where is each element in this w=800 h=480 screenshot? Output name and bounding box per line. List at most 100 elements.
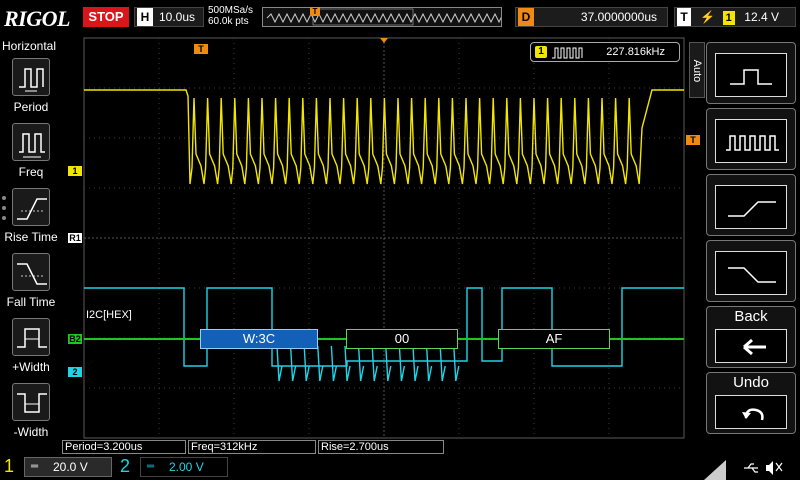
measure-rise-time-button[interactable]: Rise Time — [0, 188, 62, 252]
ch2-ringing — [276, 345, 283, 382]
waveform-overview-icon — [266, 8, 504, 26]
ch2-ringing — [357, 345, 365, 382]
ch1-waveform — [84, 89, 684, 185]
undo-icon — [715, 395, 787, 429]
falling-edge-icon: ⚡ — [700, 10, 716, 24]
ch2-number: 2 — [120, 456, 131, 476]
ch2-ringing — [453, 345, 460, 382]
ch2-status[interactable]: 2 ═ 2.00 V — [116, 456, 228, 478]
rising-edge-icon — [715, 185, 787, 229]
freq-label: Freq — [18, 165, 44, 179]
bus2-marker[interactable]: B2 — [68, 334, 82, 344]
falling-edge-button[interactable] — [706, 240, 796, 302]
memory-depth: 60.0k pts — [208, 16, 249, 27]
speaker-mute-icon — [766, 461, 783, 475]
measure-freq-button[interactable]: Freq — [0, 123, 62, 187]
timebase-value: 10.0us — [159, 10, 196, 24]
sample-rate: 500MSa/s — [208, 5, 254, 16]
ch2-coupling-icon: ═ — [147, 461, 155, 472]
trigger-level-marker[interactable]: T — [686, 135, 700, 145]
acquisition-info: 500MSa/s 60.0k pts — [208, 5, 253, 27]
menu-title: Horizontal — [2, 39, 57, 53]
ch1-status[interactable]: 1 ═ 20.0 V — [0, 456, 112, 478]
decode-frame-data-2: AF — [498, 329, 610, 349]
measurement-rise[interactable]: Rise=2.700us — [318, 440, 444, 454]
undo-label: Undo — [733, 374, 769, 391]
decode-label: I2C[HEX] — [86, 309, 132, 321]
rising-edge-button[interactable] — [706, 174, 796, 236]
undo-button[interactable]: Undo — [706, 372, 796, 434]
ch2-scale-box: ═ 2.00 V — [140, 457, 228, 477]
fall-time-label: Fall Time — [6, 295, 56, 309]
decode-frame-data-1: 00 — [346, 329, 458, 349]
brand-logo: RIGOL — [4, 6, 70, 31]
run-stop-status[interactable]: STOP — [83, 7, 129, 27]
trigger-box[interactable]: T ⚡ 1 12.4 V — [674, 7, 796, 27]
measure-fall-time-button[interactable]: Fall Time — [0, 253, 62, 317]
auto-mode-label: Auto — [691, 59, 703, 83]
ch1-trace-path — [84, 89, 684, 185]
ch2-ringing — [439, 345, 446, 382]
frequency-counter[interactable]: 1 227.816kHz — [530, 42, 680, 62]
delay-box[interactable]: D 37.0000000us — [515, 7, 668, 27]
ch2-ringing — [398, 345, 406, 382]
auto-mode-tab[interactable]: Auto — [689, 42, 705, 98]
measurement-results: Period=3.200us Freq=312kHz Rise=2.700us — [62, 440, 700, 454]
trigger-top-marker[interactable]: T — [194, 44, 208, 54]
delay-value: 37.0000000us — [580, 10, 657, 24]
back-label: Back — [734, 308, 768, 325]
back-arrow-icon — [715, 329, 787, 363]
trigger-label: T — [677, 8, 691, 26]
system-icons — [700, 454, 800, 480]
trigger-level: 12.4 V — [744, 10, 779, 24]
ch2-ringing — [425, 345, 433, 382]
freq-icon — [12, 123, 50, 161]
ch2-ringing — [412, 345, 419, 382]
measure-neg-width-button[interactable]: -Width — [0, 383, 62, 447]
ch1-coupling-icon: ═ — [31, 461, 39, 472]
ch2-offset-marker[interactable]: 2 — [68, 367, 82, 377]
measurement-freq[interactable]: Freq=312kHz — [188, 440, 316, 454]
horizontal-label: H — [137, 8, 153, 26]
measure-period-button[interactable]: Period — [0, 58, 62, 122]
ref1-marker[interactable]: R1 — [68, 233, 82, 243]
back-button[interactable]: Back — [706, 306, 796, 368]
fall-time-icon — [12, 253, 50, 291]
neg-width-icon — [12, 383, 50, 421]
measure-pos-width-button[interactable]: +Width — [0, 318, 62, 382]
counter-value: 227.816kHz — [606, 46, 665, 58]
memory-position-strip[interactable]: T — [262, 7, 504, 27]
pulse-train-button[interactable] — [706, 108, 796, 170]
ch2-ringing — [303, 345, 310, 382]
counter-channel: 1 — [535, 46, 547, 58]
ch1-number: 1 — [4, 456, 15, 476]
waveform-canvas — [83, 37, 685, 439]
period-label: Period — [13, 100, 49, 114]
usb-icon — [744, 463, 758, 473]
decode-frame-address: W:3C — [200, 329, 318, 349]
pos-width-icon — [12, 318, 50, 356]
ch1-scale-box: ═ 20.0 V — [24, 457, 112, 477]
pos-width-label: +Width — [12, 360, 50, 374]
auto-measure-button[interactable] — [706, 42, 796, 104]
falling-edge-wave-icon — [715, 251, 787, 295]
rise-time-label: Rise Time — [4, 230, 58, 244]
ch2-ringing — [371, 345, 378, 382]
delay-label: D — [518, 8, 534, 26]
ch2-ringing — [317, 345, 324, 382]
trigger-source: 1 — [722, 11, 735, 25]
period-icon — [12, 58, 50, 96]
horizontal-measure-menu: Horizontal Period Freq Rise Time Fall Ti… — [0, 36, 62, 440]
ch1-offset-marker[interactable]: 1 — [68, 166, 82, 176]
single-pulse-icon — [715, 53, 787, 97]
ch2-ringing — [289, 345, 297, 382]
timebase-box[interactable]: H 10.0us — [134, 7, 204, 27]
measurement-period[interactable]: Period=3.200us — [62, 440, 186, 454]
waveform-display[interactable] — [62, 36, 700, 440]
ch2-ringing — [330, 345, 338, 382]
square-wave-icon — [552, 47, 583, 59]
rise-time-icon — [12, 188, 50, 226]
ch1-scale: 20.0 V — [53, 460, 88, 474]
ch2-ringing — [385, 345, 392, 382]
corner-triangle-icon — [704, 460, 726, 480]
